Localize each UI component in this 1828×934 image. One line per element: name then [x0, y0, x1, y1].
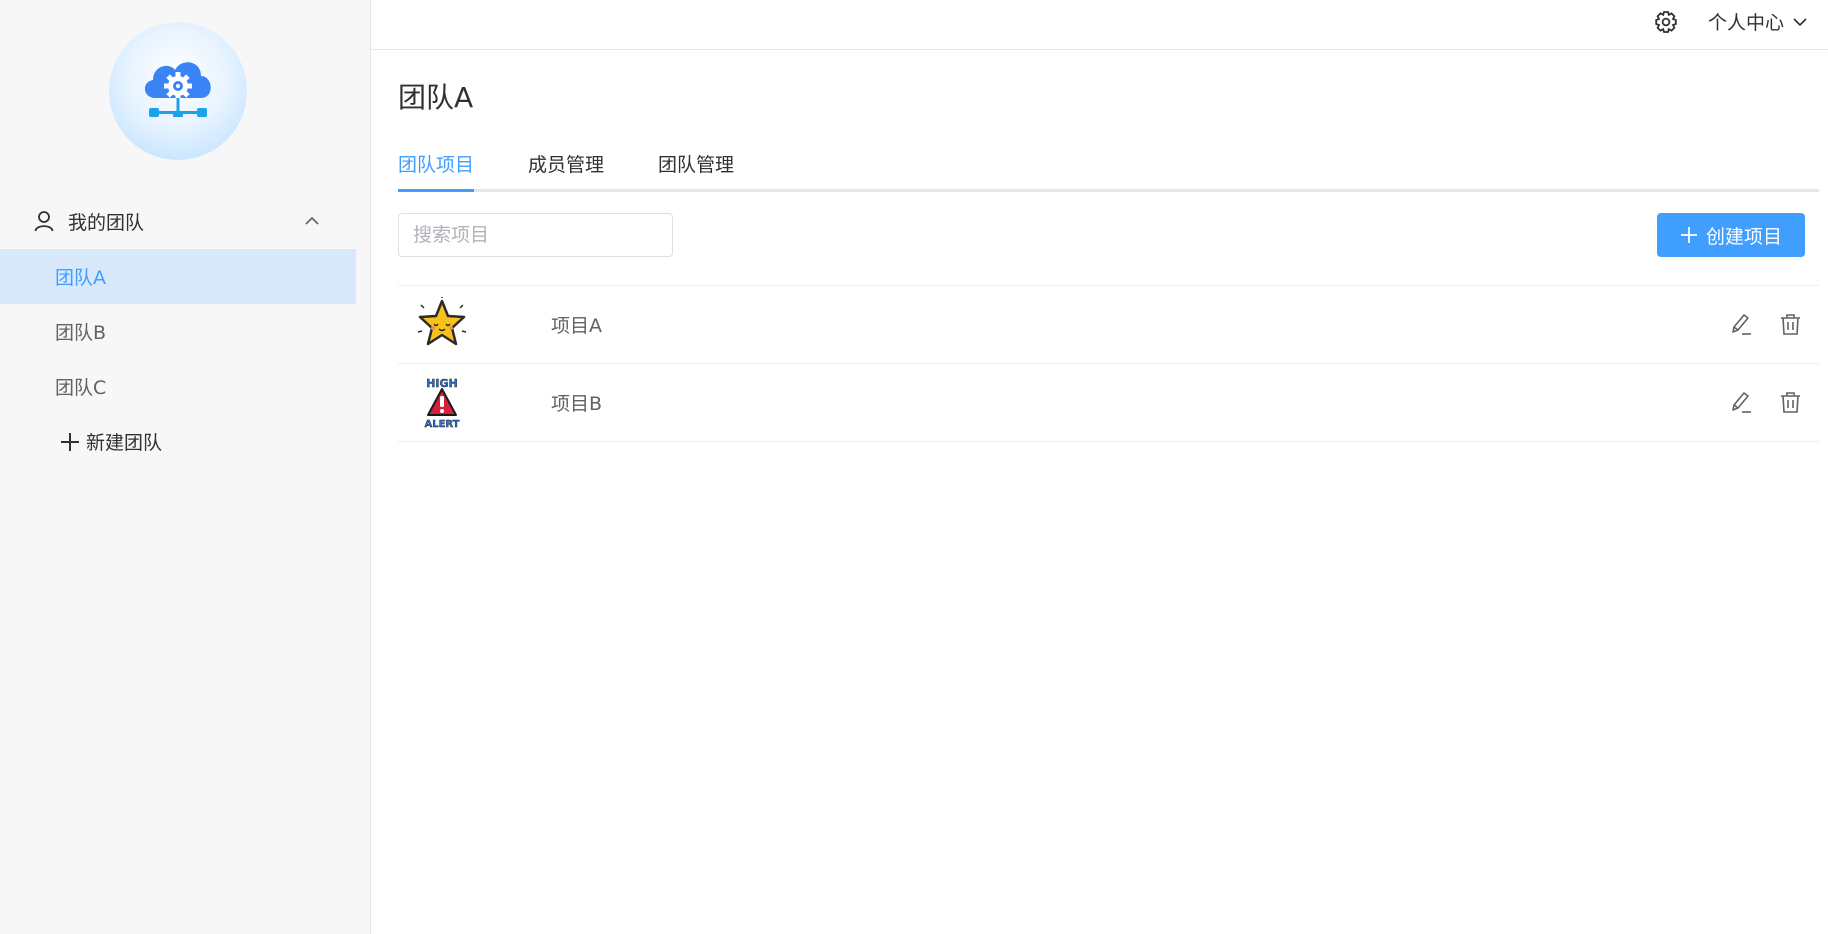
tab-team-management[interactable]: 团队管理 — [658, 142, 734, 189]
search-input[interactable] — [398, 213, 673, 257]
delete-icon[interactable] — [1778, 390, 1803, 415]
sidebar-item-team-a[interactable]: 团队A — [0, 249, 356, 304]
cloud-gear-logo — [109, 22, 247, 160]
app-root: 我的团队 团队A 团队B 团队C 新建团队 个人中心 团队A 团队项目 成员管理… — [0, 0, 1828, 934]
sidebar-item-team-c[interactable]: 团队C — [0, 359, 356, 414]
project-row[interactable]: HIGH ALERT 项目B — [398, 364, 1819, 442]
tab-member-management[interactable]: 成员管理 — [528, 142, 604, 189]
sidebar: 我的团队 团队A 团队B 团队C 新建团队 — [0, 0, 371, 934]
cloud-gear-logo-graphic — [144, 62, 211, 117]
my-teams-label: 我的团队 — [68, 211, 145, 234]
project-row[interactable]: 项目A — [398, 286, 1819, 364]
new-team-button[interactable]: 新建团队 — [0, 414, 356, 469]
my-teams-group[interactable]: 我的团队 — [0, 193, 356, 249]
project-name[interactable]: 项目B — [551, 389, 602, 416]
team-content: 团队A 团队项目 成员管理 团队管理 创建项目 — [398, 50, 1819, 442]
create-project-button[interactable]: 创建项目 — [1657, 213, 1805, 257]
edit-icon[interactable] — [1729, 390, 1754, 415]
chevron-down-icon — [1792, 14, 1808, 30]
profile-label: 个人中心 — [1708, 12, 1785, 34]
chevron-up-icon — [304, 213, 320, 229]
project-toolbar: 创建项目 — [398, 192, 1819, 272]
team-menu: 我的团队 团队A 团队B 团队C 新建团队 — [0, 193, 356, 469]
top-bar: 个人中心 — [371, 0, 1828, 50]
sidebar-item-team-b[interactable]: 团队B — [0, 304, 356, 359]
tab-bar: 团队项目 成员管理 团队管理 — [398, 142, 1819, 192]
delete-icon[interactable] — [1778, 312, 1803, 337]
svg-text:ALERT: ALERT — [424, 419, 459, 429]
row-actions — [1729, 312, 1803, 337]
plus-icon — [1680, 226, 1698, 244]
profile-menu[interactable]: 个人中心 — [1708, 8, 1808, 35]
edit-icon[interactable] — [1729, 312, 1754, 337]
row-actions — [1729, 390, 1803, 415]
project-name[interactable]: 项目A — [551, 311, 602, 338]
gear-icon[interactable] — [1654, 10, 1678, 34]
user-icon — [34, 210, 54, 232]
project-list: 项目A HIGH ALERT 项目B — [398, 285, 1819, 442]
plus-icon — [60, 432, 80, 452]
tab-team-projects[interactable]: 团队项目 — [398, 142, 475, 192]
new-team-label: 新建团队 — [86, 432, 163, 454]
main-area: 个人中心 团队A 团队项目 成员管理 团队管理 创建项目 — [371, 0, 1828, 934]
high-alert-sticker-icon: HIGH ALERT — [414, 374, 470, 430]
create-project-label: 创建项目 — [1705, 225, 1782, 248]
page-title: 团队A — [398, 81, 474, 114]
star-sticker-icon — [414, 296, 470, 352]
